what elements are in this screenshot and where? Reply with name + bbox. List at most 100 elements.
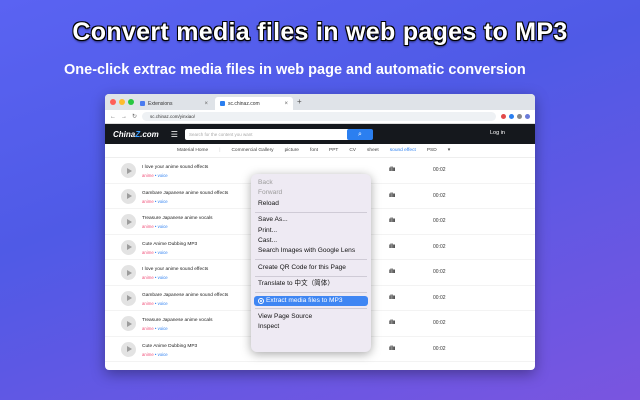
menu-item-forward[interactable]: Forward	[251, 188, 371, 198]
nav-item[interactable]: picture	[285, 148, 299, 153]
url-field[interactable]: sc.chinaz.com/yinxiao/	[142, 112, 496, 121]
menu-item-reload[interactable]: Reload	[251, 199, 371, 209]
nav-item[interactable]: Commercial Gallery	[231, 148, 273, 153]
category-nav: Material Home | Commercial Gallery pictu…	[105, 144, 535, 158]
hero-subtitle: One-click extrac media files in web page…	[64, 62, 526, 78]
duration: 00:02	[433, 167, 446, 173]
address-bar: ← → ↻ sc.chinaz.com/yinxiao/	[105, 110, 535, 124]
waveform-icon: ıllıı	[389, 192, 395, 199]
item-tags: anime • voice	[142, 198, 168, 204]
item-tags: anime • voice	[142, 173, 168, 178]
waveform-icon: ıllıı	[389, 218, 395, 224]
menu-item-label: Extract media files to MP3	[266, 296, 343, 304]
tab-chinaz[interactable]: sc.chinaz.com ×	[215, 97, 293, 110]
item-tags: anime • voice	[142, 326, 168, 331]
item-title[interactable]: Cute Anime Dubbing MP3	[142, 242, 197, 247]
duration: 00:02	[433, 269, 446, 275]
reload-icon[interactable]: ↻	[132, 113, 137, 120]
back-arrow-icon[interactable]: ←	[110, 114, 116, 120]
minimize-window-button[interactable]	[119, 99, 125, 105]
window-controls	[110, 99, 134, 105]
nav-item[interactable]: sheet	[367, 148, 379, 153]
nav-item[interactable]: CV	[349, 148, 356, 153]
menu-item-extract-mp3[interactable]: Extract media files to MP3	[254, 295, 368, 306]
extension-target-icon	[258, 297, 264, 304]
waveform-icon: ıllıı	[389, 320, 395, 326]
hamburger-menu-icon[interactable]: ☰	[171, 130, 178, 139]
play-icon[interactable]	[121, 239, 136, 255]
context-menu: Back Forward Reload Save As... Print... …	[251, 174, 371, 352]
menu-divider	[255, 211, 367, 213]
item-tags: anime • voice	[142, 249, 168, 255]
tab-label: Extensions	[148, 100, 173, 107]
extension-icon[interactable]	[509, 114, 514, 119]
menu-item-save-as[interactable]: Save As...	[251, 215, 371, 225]
play-icon[interactable]	[121, 290, 136, 306]
play-icon[interactable]	[121, 214, 136, 229]
nav-item[interactable]: Material Home	[177, 148, 208, 153]
play-icon[interactable]	[121, 341, 136, 357]
duration: 00:02	[433, 218, 446, 224]
waveform-icon: ıllıı	[389, 243, 395, 250]
hero-title: Convert media files in web pages to MP3	[72, 18, 568, 46]
profile-avatar[interactable]	[525, 114, 530, 119]
nav-item-active[interactable]: sound effect	[390, 148, 416, 153]
menu-item-back[interactable]: Back	[251, 178, 371, 188]
waveform-icon: ıllıı	[389, 269, 395, 275]
new-tab-button[interactable]: +	[297, 97, 302, 106]
waveform-icon: ıllıı	[389, 294, 395, 301]
menu-item-print[interactable]: Print...	[251, 226, 371, 236]
item-tags: anime • voice	[142, 224, 168, 229]
waveform-icon: ıllıı	[389, 167, 395, 173]
play-icon[interactable]	[121, 188, 136, 204]
login-link[interactable]: Log in	[490, 130, 505, 136]
extension-icon[interactable]	[517, 114, 522, 119]
close-window-button[interactable]	[110, 99, 116, 105]
menu-item-inspect[interactable]: Inspect	[251, 322, 371, 332]
item-title[interactable]: Gambare Japanese anime sound effects	[142, 191, 228, 196]
item-title[interactable]: Gambare Japanese anime sound effects	[142, 293, 228, 298]
item-title[interactable]: Treasure Japanese anime vocals	[142, 318, 212, 323]
menu-divider	[255, 275, 367, 277]
search-button[interactable]: ⌕	[347, 129, 373, 140]
menu-item-view-source[interactable]: View Page Source	[251, 312, 371, 322]
nav-item[interactable]: PSD	[427, 148, 437, 153]
menu-item-cast[interactable]: Cast...	[251, 236, 371, 246]
site-favicon-icon	[220, 101, 225, 106]
duration: 00:02	[433, 243, 446, 250]
chevron-down-icon[interactable]: ▾	[448, 148, 450, 153]
play-icon[interactable]	[121, 163, 136, 178]
waveform-icon: ıllıı	[389, 345, 395, 352]
duration: 00:02	[433, 320, 446, 326]
item-tags: anime • voice	[142, 351, 168, 357]
item-title[interactable]: I love your anime sound effects	[142, 165, 208, 170]
item-title[interactable]: Treasure Japanese anime vocals	[142, 216, 212, 221]
duration: 00:02	[433, 192, 446, 199]
site-logo[interactable]: ChinaZ.com	[113, 130, 159, 139]
tab-extensions[interactable]: Extensions ×	[135, 97, 213, 110]
nav-item[interactable]: PPT	[329, 148, 338, 153]
puzzle-icon	[140, 101, 145, 106]
forward-arrow-icon[interactable]: →	[121, 114, 127, 120]
menu-divider	[255, 308, 367, 310]
tab-bar: Extensions × sc.chinaz.com × +	[105, 94, 535, 110]
menu-item-translate[interactable]: Translate to 中文（简体）	[251, 279, 371, 289]
duration: 00:02	[433, 345, 446, 352]
extension-icons	[501, 114, 530, 119]
close-icon[interactable]: ×	[284, 101, 288, 107]
play-icon[interactable]	[121, 265, 136, 280]
item-tags: anime • voice	[142, 300, 168, 306]
menu-item-google-lens[interactable]: Search Images with Google Lens	[251, 246, 371, 256]
extension-icon[interactable]	[501, 114, 506, 119]
item-title[interactable]: Cute Anime Dubbing MP3	[142, 344, 197, 349]
search-input[interactable]: Search for the content you want	[185, 129, 353, 140]
item-title[interactable]: I love your anime sound effects	[142, 267, 208, 272]
close-icon[interactable]: ×	[204, 101, 208, 107]
menu-item-qr-code[interactable]: Create QR Code for this Page	[251, 263, 371, 273]
maximize-window-button[interactable]	[128, 99, 134, 105]
tab-label: sc.chinaz.com	[228, 100, 260, 107]
menu-divider	[255, 259, 367, 261]
nav-item[interactable]: font	[310, 148, 318, 153]
play-icon[interactable]	[121, 316, 136, 331]
duration: 00:02	[433, 294, 446, 301]
